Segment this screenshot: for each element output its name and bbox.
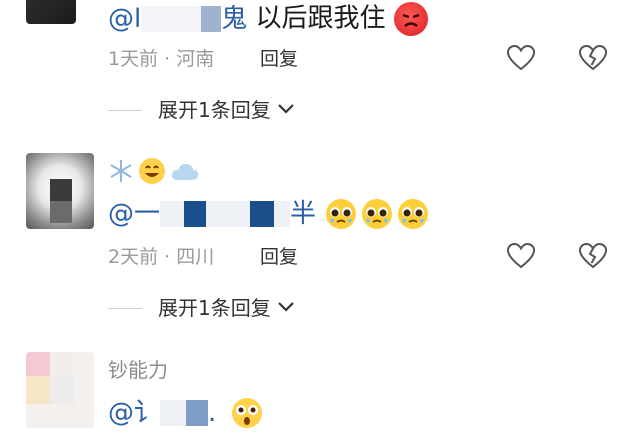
pleading-emoji-icon xyxy=(398,199,429,229)
comment-text: @讠 . xyxy=(108,396,264,430)
like-heart-icon[interactable] xyxy=(506,241,536,271)
redaction-block xyxy=(184,201,207,227)
avatar-redaction xyxy=(50,179,72,201)
angry-emoji-icon xyxy=(393,2,428,36)
expand-replies-button[interactable]: 展开1条回复 xyxy=(108,100,295,120)
username-emoji-row xyxy=(108,157,200,185)
reply-button[interactable]: 回复 xyxy=(260,248,298,267)
avatar[interactable] xyxy=(26,153,94,229)
grin-emoji-icon xyxy=(139,158,165,184)
pleading-emoji-icon xyxy=(326,199,357,229)
comment-text: @l 鬼 以后跟我住 xyxy=(108,2,428,36)
avatar-redaction xyxy=(50,201,72,223)
avatar[interactable] xyxy=(26,352,94,428)
comment-meta: 1天前 · 河南 xyxy=(108,50,214,69)
meta-separator: · xyxy=(164,246,171,268)
username[interactable]: 钞能力 xyxy=(108,360,168,380)
mention[interactable]: @l 鬼 xyxy=(108,4,247,34)
divider xyxy=(108,307,142,309)
comment-meta: 2天前 · 四川 xyxy=(108,248,214,267)
chevron-down-icon xyxy=(277,102,295,118)
timestamp: 1天前 xyxy=(108,48,159,70)
redaction-block xyxy=(186,400,209,426)
pleading-emoji-icon xyxy=(362,199,393,229)
expand-replies-button[interactable]: 展开1条回复 xyxy=(108,298,295,318)
divider xyxy=(108,109,142,111)
snowflake-icon xyxy=(110,160,132,182)
cloud-icon xyxy=(171,163,199,180)
comment-text: @一 半 xyxy=(108,197,430,231)
location: 四川 xyxy=(176,246,215,268)
dislike-broken-heart-icon[interactable] xyxy=(578,43,608,73)
avatar[interactable] xyxy=(26,0,76,24)
location: 河南 xyxy=(176,48,215,70)
meta-separator: · xyxy=(164,48,171,70)
dislike-broken-heart-icon[interactable] xyxy=(578,241,608,271)
mention[interactable]: @一 半 xyxy=(108,201,316,227)
reply-button[interactable]: 回复 xyxy=(260,50,298,69)
surprised-emoji-icon xyxy=(232,398,263,428)
mention[interactable]: @讠 . xyxy=(108,400,216,426)
timestamp: 2天前 xyxy=(108,246,159,268)
redaction-block xyxy=(250,201,275,227)
chevron-down-icon xyxy=(277,300,295,316)
like-heart-icon[interactable] xyxy=(506,43,536,73)
